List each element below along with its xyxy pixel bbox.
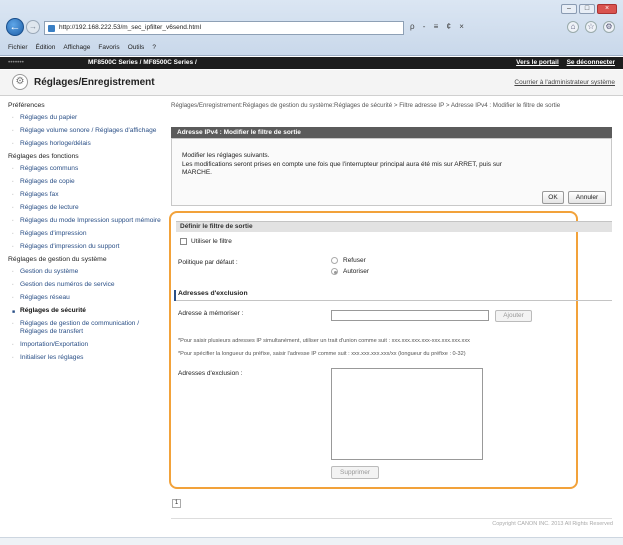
menu-bar: Fichier Édition Affichage Favoris Outils… (8, 44, 156, 51)
sidebar-item[interactable]: Réglages réseau (8, 294, 163, 302)
sidebar-section-title: Réglages de gestion du système (8, 256, 107, 263)
use-filter-row[interactable]: Utiliser le filtre (180, 238, 232, 245)
refuse-radio[interactable] (331, 257, 338, 264)
instruction-line: MARCHE. (182, 169, 212, 176)
menu-help[interactable]: ? (152, 44, 156, 51)
use-filter-checkbox[interactable] (180, 238, 187, 245)
portal-link[interactable]: Vers le portail (516, 59, 559, 66)
sidebar-item[interactable]: Réglages d'impression (8, 230, 163, 238)
sidebar-item[interactable]: Gestion des numéros de service (8, 281, 163, 289)
footer-divider (171, 518, 612, 519)
sidebar-item[interactable]: Réglages horloge/délais (8, 140, 163, 148)
browser-toolbar: – □ × ← → http://192.168.222.53/m_sec_ip… (0, 0, 623, 56)
menu-view[interactable]: Affichage (63, 44, 90, 51)
sidebar: Préférences Réglages du papier Réglage vol… (8, 99, 163, 367)
menu-edit[interactable]: Édition (36, 44, 56, 51)
close-window-button[interactable]: × (597, 4, 617, 14)
page-number: 1 (172, 499, 181, 508)
menu-file[interactable]: Fichier (8, 44, 28, 51)
allow-label: Autoriser (343, 268, 370, 275)
logout-link[interactable]: Se déconnecter (567, 59, 615, 66)
sidebar-section-title: Préférences (8, 102, 45, 109)
sidebar-item[interactable]: Réglages communs (8, 165, 163, 173)
sidebar-item[interactable]: Réglages d'impression du support (8, 243, 163, 251)
device-model: MF8500C Series / MF8500C Series / (88, 59, 197, 66)
refuse-label: Refuser (343, 257, 366, 264)
prefix-note: *Pour spécifier la longueur du préfixe, … (178, 351, 466, 357)
exclusion-addresses-list[interactable] (331, 368, 483, 460)
gear-icon[interactable]: ⚙ (603, 21, 615, 33)
sidebar-item[interactable]: Initialiser les réglages (8, 354, 163, 362)
filter-section-header: Définir le filtre de sortie (176, 221, 612, 232)
delete-button[interactable]: Supprimer (331, 466, 379, 479)
device-header: ••••••• MF8500C Series / MF8500C Series … (0, 57, 623, 69)
window-controls: – □ × (561, 4, 617, 14)
use-filter-label: Utiliser le filtre (191, 238, 232, 245)
sidebar-item[interactable]: Réglages du mode Impression support mémo… (8, 217, 163, 225)
copyright: Copyright CANON INC. 2013 All Rights Res… (492, 521, 613, 527)
sidebar-item[interactable]: Réglage volume sonore / Réglages d'affic… (8, 127, 163, 135)
home-icon[interactable]: ⌂ (567, 21, 579, 33)
exclusion-section-header: Adresses d'exclusion (174, 290, 612, 301)
admin-mail-link[interactable]: Courrier à l'administrateur système (514, 79, 615, 86)
minimize-button[interactable]: – (561, 4, 577, 14)
sidebar-item[interactable]: Réglages de copie (8, 178, 163, 186)
site-icon (48, 25, 55, 32)
sidebar-item[interactable]: Importation/Exportation (8, 341, 163, 349)
panel-title: Adresse IPv4 : Modifier le filtre de sor… (171, 127, 612, 138)
header-links: Vers le portail Se déconnecter (510, 57, 615, 69)
exclusion-addresses-label: Adresses d'exclusion : (178, 370, 243, 377)
page-title: Réglages/Enregistrement (34, 77, 155, 88)
title-bar: ⚙ Réglages/Enregistrement Courrier à l'a… (0, 70, 623, 96)
default-policy-label: Politique par défaut : (178, 259, 238, 266)
range-note: *Pour saisir plusieurs adresses IP simul… (178, 338, 470, 344)
sidebar-item[interactable]: Gestion du système (8, 268, 163, 276)
allow-radio[interactable] (331, 268, 338, 275)
settings-icon: ⚙ (12, 74, 28, 90)
policy-option-refuse[interactable]: Refuser (331, 257, 366, 264)
sidebar-section-title: Réglages des fonctions (8, 153, 79, 160)
sidebar-item[interactable]: Réglages du papier (8, 114, 163, 122)
memorize-address-label: Adresse à mémoriser : (178, 310, 244, 317)
browser-tools: ⌂ ☆ ⚙ (567, 21, 615, 33)
ok-button[interactable]: OK (542, 191, 564, 204)
breadcrumb: Réglages/Enregistrement:Réglages de gest… (171, 102, 561, 109)
address-bar[interactable]: http://192.168.222.53/m_sec_ipfilter_v6s… (44, 21, 404, 35)
sidebar-item[interactable]: Réglages fax (8, 191, 163, 199)
sidebar-item[interactable]: Réglages de lecture (8, 204, 163, 212)
cancel-button[interactable]: Annuler (568, 191, 606, 204)
menu-favorites[interactable]: Favoris (98, 44, 119, 51)
menu-tools[interactable]: Outils (128, 44, 145, 51)
policy-option-allow[interactable]: Autoriser (331, 268, 369, 275)
instruction-line: Les modifications seront prises en compt… (182, 160, 502, 168)
maximize-button[interactable]: □ (579, 4, 595, 14)
forward-arrow-icon[interactable]: → (26, 20, 40, 34)
favorites-star-icon[interactable]: ☆ (585, 21, 597, 33)
sidebar-item[interactable]: Réglages de gestion de communication / R… (8, 320, 163, 336)
back-arrow-icon[interactable]: ← (6, 18, 24, 36)
url-text: http://192.168.222.53/m_sec_ipfilter_v6s… (59, 24, 202, 31)
device-name-left: ••••••• (8, 59, 24, 66)
add-button[interactable]: Ajouter (495, 310, 532, 322)
address-tools[interactable]: ρ - ≡ ¢ × (410, 22, 467, 31)
status-bar (0, 537, 623, 545)
sidebar-item[interactable]: Réglages de sécurité (8, 307, 163, 316)
instruction-line: Modifier les réglages suivants. (182, 152, 270, 159)
memorize-address-input[interactable] (331, 310, 489, 321)
